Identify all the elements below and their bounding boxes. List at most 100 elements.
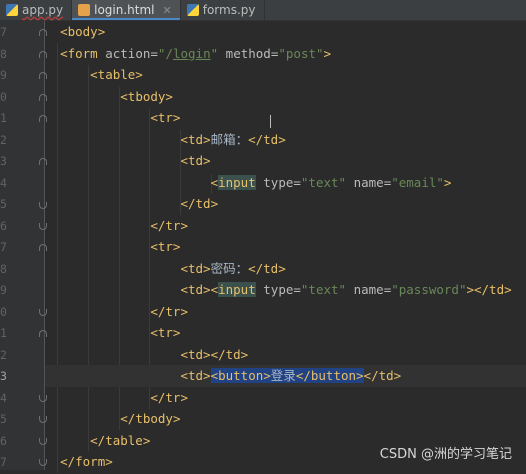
code-line: </tr> <box>45 215 526 237</box>
line-number: 8 <box>0 261 7 276</box>
code-token-highlight: input <box>218 282 256 297</box>
line-number: 1 <box>0 326 7 340</box>
code-token: name= <box>346 174 392 190</box>
code-line: </tr> <box>45 301 526 323</box>
selected-text: 登录 <box>270 368 296 383</box>
selected-text: </button> <box>295 368 364 383</box>
code-token: <tbody> <box>120 88 173 104</box>
code-editor[interactable]: <body> <form action="/login" method="pos… <box>45 21 526 473</box>
line-number-current: 3 <box>0 369 7 383</box>
code-link[interactable]: login <box>173 46 211 61</box>
code-token: > <box>323 45 332 61</box>
code-token-highlight: input <box>218 174 256 190</box>
code-line: <td> <box>45 150 526 172</box>
text-cursor <box>270 115 271 128</box>
code-token: </td> <box>180 196 219 211</box>
code-token: </td> <box>248 131 286 147</box>
code-token: </table> <box>90 432 151 448</box>
code-line: <tr> <box>45 322 526 344</box>
code-token: <body> <box>60 24 106 39</box>
tab-label: app.py <box>22 3 64 17</box>
code-token: </tr> <box>150 303 188 319</box>
code-line: </tr> <box>45 387 526 409</box>
line-number: 7 <box>0 240 7 254</box>
tab-app-py[interactable]: app.py <box>0 0 73 20</box>
code-token: "email" <box>391 174 444 190</box>
code-line: <td>密码：</td> <box>45 258 526 280</box>
line-number: 6 <box>0 433 7 448</box>
code-token: name= <box>346 282 392 297</box>
python-file-icon <box>6 4 18 16</box>
code-line: <table> <box>45 64 526 86</box>
code-token: <td> <box>180 131 211 147</box>
watermark: CSDN @洲的学习笔记 <box>379 447 512 462</box>
code-token: "text" <box>300 174 347 190</box>
selected-text: <button> <box>210 368 271 383</box>
line-number-gutter[interactable]: 7 8 9 0 1 2 3 4 5 6 7 8 9 0 1 2 3 4 5 6 … <box>0 21 47 470</box>
html-file-icon <box>78 4 91 16</box>
code-token: method= <box>218 45 279 61</box>
line-number: 2 <box>0 347 7 362</box>
code-token: <td>< <box>180 282 219 297</box>
code-token: <td></td> <box>180 346 249 362</box>
code-token: "text" <box>300 282 347 297</box>
code-token: <tr> <box>150 239 181 254</box>
line-number: 7 <box>0 25 7 39</box>
code-line: </tbody> <box>45 408 526 430</box>
code-token: type= <box>255 282 301 297</box>
code-token: "/ <box>157 45 173 61</box>
tab-label: forms.py <box>202 3 256 17</box>
code-token: "password" <box>391 282 467 297</box>
code-token: < <box>210 174 219 190</box>
line-number: 0 <box>0 304 7 319</box>
tab-login-html[interactable]: login.html ✕ <box>72 0 181 20</box>
line-number: 9 <box>0 283 7 297</box>
code-token: <form <box>60 45 98 61</box>
code-token: <tr> <box>150 325 181 340</box>
code-token: "post" <box>278 45 324 61</box>
line-number: 1 <box>0 111 7 125</box>
line-number: 6 <box>0 218 7 233</box>
code-text: 密码： <box>210 260 249 276</box>
line-number: 9 <box>0 68 7 82</box>
code-line: <td></td> <box>45 344 526 366</box>
line-number: 4 <box>0 390 7 405</box>
line-number: 4 <box>0 175 7 190</box>
code-token: type= <box>255 174 301 190</box>
code-line: <tr> <box>45 107 526 129</box>
code-line: <td>邮箱：</td> <box>45 129 526 151</box>
code-line: <td><input type="text" name="password"><… <box>45 279 526 301</box>
line-number: 7 <box>0 455 7 469</box>
code-text: 邮箱： <box>210 131 249 147</box>
code-token: <td> <box>180 153 211 168</box>
code-line: <tr> <box>45 236 526 258</box>
line-number: 2 <box>0 132 7 147</box>
code-line-current: <td><button>登录</button></td> <box>45 365 526 387</box>
line-number: 8 <box>0 46 7 61</box>
code-token: </form> <box>60 454 113 469</box>
code-line: <body> <box>45 21 526 43</box>
code-token: </tr> <box>150 217 188 233</box>
code-line: </td> <box>45 193 526 215</box>
code-line: <form action="/login" method="post"> <box>45 43 526 65</box>
close-icon[interactable]: ✕ <box>163 4 172 17</box>
code-token: > <box>443 174 452 190</box>
tab-forms-py[interactable]: forms.py <box>181 0 265 20</box>
code-token: <tr> <box>150 110 181 125</box>
code-token: </tr> <box>150 389 188 405</box>
code-token: <table> <box>90 67 143 82</box>
code-token: </tbody> <box>120 411 181 426</box>
code-token: </td> <box>248 260 286 276</box>
code-token: ></td> <box>466 282 512 297</box>
editor-tab-bar: app.py login.html ✕ forms.py <box>0 0 526 21</box>
line-number: 5 <box>0 412 7 426</box>
line-number: 0 <box>0 89 7 104</box>
code-token: action= <box>97 45 158 61</box>
line-number: 5 <box>0 197 7 211</box>
code-line: <input type="text" name="email"> <box>45 172 526 194</box>
code-line: <tbody> <box>45 86 526 108</box>
python-file-icon <box>186 4 199 16</box>
tab-label: login.html <box>94 3 155 17</box>
line-number: 3 <box>0 154 7 168</box>
code-token: <td> <box>180 368 211 383</box>
